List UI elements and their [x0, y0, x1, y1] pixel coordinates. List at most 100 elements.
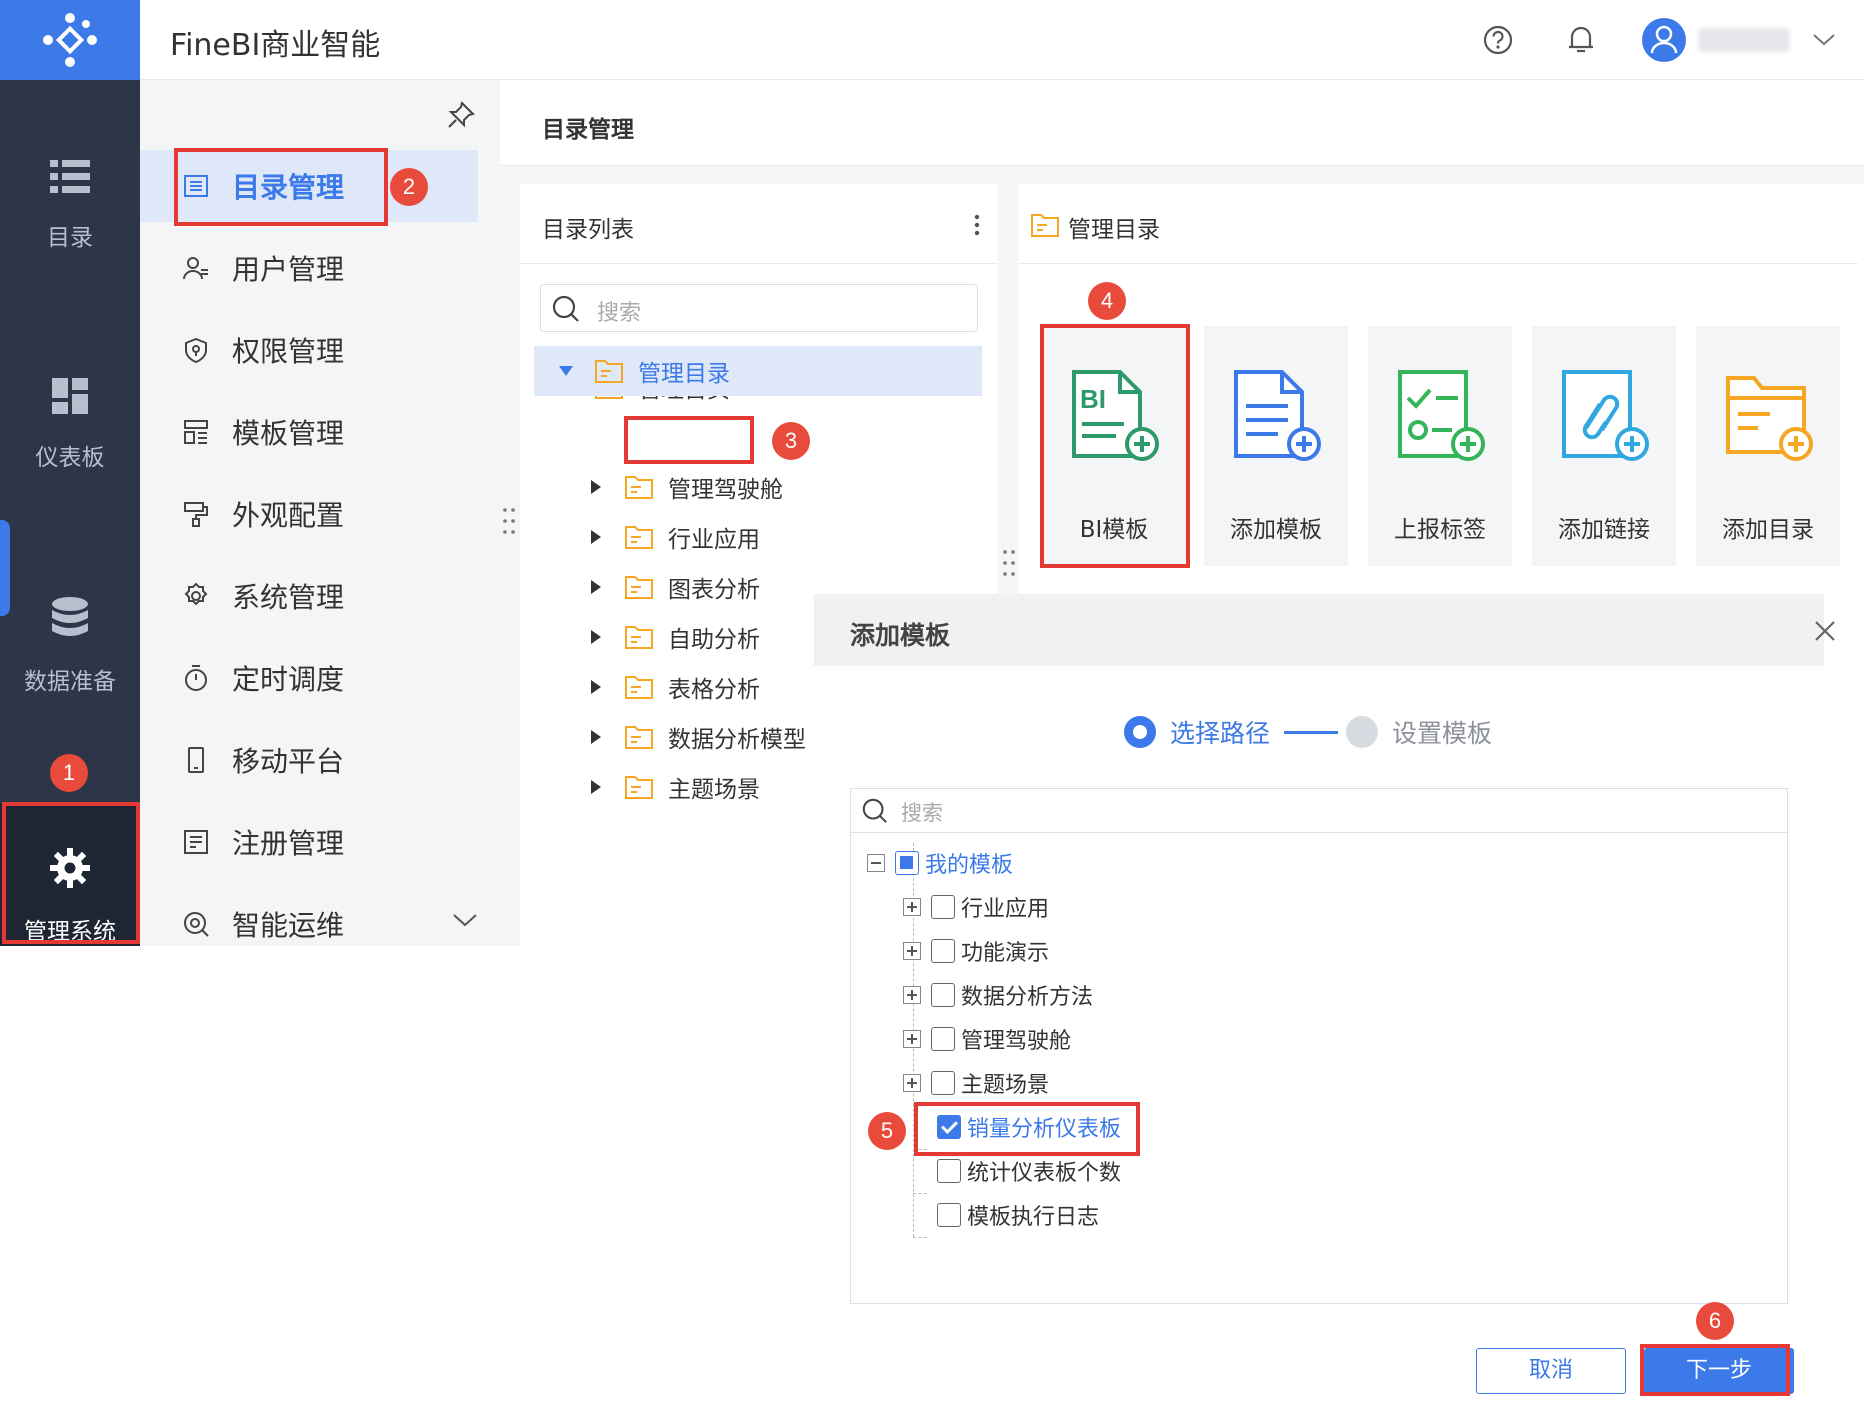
expand-icon[interactable]: [903, 898, 921, 916]
tree-file-sales-dashboard[interactable]: 销量分析仪表板: [937, 1107, 1121, 1147]
folder-icon: [625, 676, 653, 699]
tree-node-theme[interactable]: 主题场景: [586, 764, 760, 810]
tree-folder-theme[interactable]: 主题场景: [903, 1063, 1049, 1103]
catalog-icon: [184, 175, 208, 197]
tree-root-my-templates[interactable]: 我的模板: [867, 843, 1013, 883]
directory-search-input[interactable]: 搜索: [540, 284, 978, 332]
tree-node-chart-analysis[interactable]: 图表分析: [586, 564, 760, 610]
template-icon: [184, 420, 208, 444]
checkbox-checked[interactable]: [937, 1115, 961, 1139]
checkbox[interactable]: [937, 1159, 961, 1183]
card-label: BI模板: [1079, 517, 1149, 543]
tree-folder-cockpit[interactable]: 管理驾驶舱: [903, 1019, 1071, 1059]
submenu-item-user-mgmt[interactable]: 用户管理: [140, 232, 478, 304]
tree-folder-industry[interactable]: 行业应用: [903, 887, 1049, 927]
rail-item-admin[interactable]: 管理系统: [0, 804, 140, 946]
more-icon[interactable]: [974, 214, 980, 236]
folder-icon: [625, 576, 653, 599]
submenu-item-appearance[interactable]: 外观配置: [140, 478, 478, 550]
tree-folder-analysis-methods[interactable]: 数据分析方法: [903, 975, 1093, 1015]
submenu-item-template-mgmt[interactable]: 模板管理: [140, 396, 478, 468]
tree-node-self-service[interactable]: 自助分析: [586, 614, 760, 660]
step-badge-5: 5: [868, 1112, 906, 1150]
tree-node-label: 主题场景: [961, 1073, 1050, 1098]
submenu-item-mobile[interactable]: 移动平台: [140, 724, 478, 796]
tree-node-data-model[interactable]: 数据分析模型: [586, 714, 814, 760]
app-logo[interactable]: [0, 0, 140, 80]
tree-node-label: 功能演示: [961, 941, 1050, 966]
main-title-bar: 目录管理: [500, 80, 1864, 166]
step-label-path: 选择路径: [1170, 719, 1271, 748]
submenu-item-register[interactable]: 注册管理: [140, 806, 478, 878]
submenu-item-schedule[interactable]: 定时调度: [140, 642, 478, 714]
tree-node-admin-catalog[interactable]: 管理目录: [556, 348, 730, 394]
page-title: 目录管理: [542, 117, 634, 143]
gear-icon: [50, 848, 90, 888]
search-icon: [862, 798, 887, 823]
checkbox[interactable]: [931, 1027, 955, 1051]
dialog-header: 添加模板: [814, 594, 1824, 666]
bi-template-add-icon: BI: [1072, 370, 1159, 461]
resize-handle-icon[interactable]: [502, 506, 516, 536]
card-label: 添加链接: [1558, 517, 1650, 543]
tree-node-label: 表格分析: [668, 677, 760, 703]
chevron-down-icon: [453, 914, 477, 927]
search-placeholder: 搜索: [901, 801, 943, 825]
submenu-label: 定时调度: [232, 663, 345, 696]
tree-node-label: 管理目录: [638, 361, 730, 387]
cancel-button[interactable]: 取消: [1476, 1348, 1626, 1394]
tree-file-execution-log[interactable]: 模板执行日志: [937, 1195, 1099, 1235]
chevron-down-icon[interactable]: [1812, 32, 1836, 48]
submenu-item-system-mgmt[interactable]: 系统管理: [140, 560, 478, 632]
submenu-label: 外观配置: [232, 499, 345, 532]
pin-icon[interactable]: [446, 100, 476, 130]
next-button[interactable]: 下一步: [1644, 1348, 1794, 1394]
top-header: FineBI商业智能: [140, 0, 1864, 80]
card-add-link[interactable]: 添加链接: [1532, 326, 1676, 566]
checkbox[interactable]: [931, 983, 955, 1007]
svg-text:BI: BI: [1080, 384, 1106, 414]
template-search-input[interactable]: 搜索: [851, 789, 1787, 833]
avatar[interactable]: [1642, 18, 1686, 62]
submenu-label: 注册管理: [232, 827, 345, 860]
caret-right-icon: [591, 680, 601, 694]
checkbox[interactable]: [937, 1203, 961, 1227]
rail-item-dashboard[interactable]: 仪表板: [0, 376, 140, 506]
help-icon[interactable]: [1482, 24, 1514, 56]
submenu-label: 用户管理: [232, 253, 345, 286]
expand-icon[interactable]: [903, 942, 921, 960]
submenu-label: 移动平台: [232, 745, 345, 778]
rail-label-catalog: 目录: [47, 225, 93, 251]
close-icon[interactable]: [1814, 620, 1836, 642]
collapse-icon[interactable]: [867, 854, 885, 872]
rail-label-admin: 管理系统: [24, 919, 116, 945]
tree-file-count-dashboards[interactable]: 统计仪表板个数: [937, 1151, 1121, 1191]
card-add-template[interactable]: 添加模板: [1204, 326, 1348, 566]
submenu-label: 模板管理: [232, 417, 345, 450]
rail-item-catalog[interactable]: 目录: [0, 156, 140, 286]
card-report-tag[interactable]: 上报标签: [1368, 326, 1512, 566]
checkbox[interactable]: [931, 1071, 955, 1095]
submenu-item-ops[interactable]: 智能运维: [140, 888, 478, 960]
checkbox[interactable]: [931, 895, 955, 919]
database-icon: [52, 597, 88, 636]
card-add-folder[interactable]: 添加目录: [1696, 326, 1840, 566]
resize-handle-icon[interactable]: [1002, 548, 1016, 578]
expand-icon[interactable]: [903, 1074, 921, 1092]
checkbox[interactable]: [931, 939, 955, 963]
expand-icon[interactable]: [903, 986, 921, 1004]
tree-node-table-analysis[interactable]: 表格分析: [586, 664, 760, 710]
tree-node-label: 行业应用: [961, 897, 1050, 922]
tree-node-cockpit[interactable]: 管理驾驶舱: [586, 464, 783, 510]
checkbox-partial[interactable]: [895, 851, 919, 875]
tree-folder-demo[interactable]: 功能演示: [903, 931, 1049, 971]
submenu-item-permission-mgmt[interactable]: 权限管理: [140, 314, 478, 386]
card-bi-template[interactable]: BI BI模板: [1042, 326, 1186, 566]
tree-node-label: 主题场景: [668, 777, 760, 803]
rail-item-data-prep[interactable]: 数据准备: [0, 596, 140, 726]
step-active-dot: [1124, 716, 1156, 748]
bell-icon[interactable]: [1564, 22, 1598, 56]
tree-node-industry[interactable]: 行业应用: [586, 514, 760, 560]
timer-icon: [185, 665, 207, 691]
expand-icon[interactable]: [903, 1030, 921, 1048]
